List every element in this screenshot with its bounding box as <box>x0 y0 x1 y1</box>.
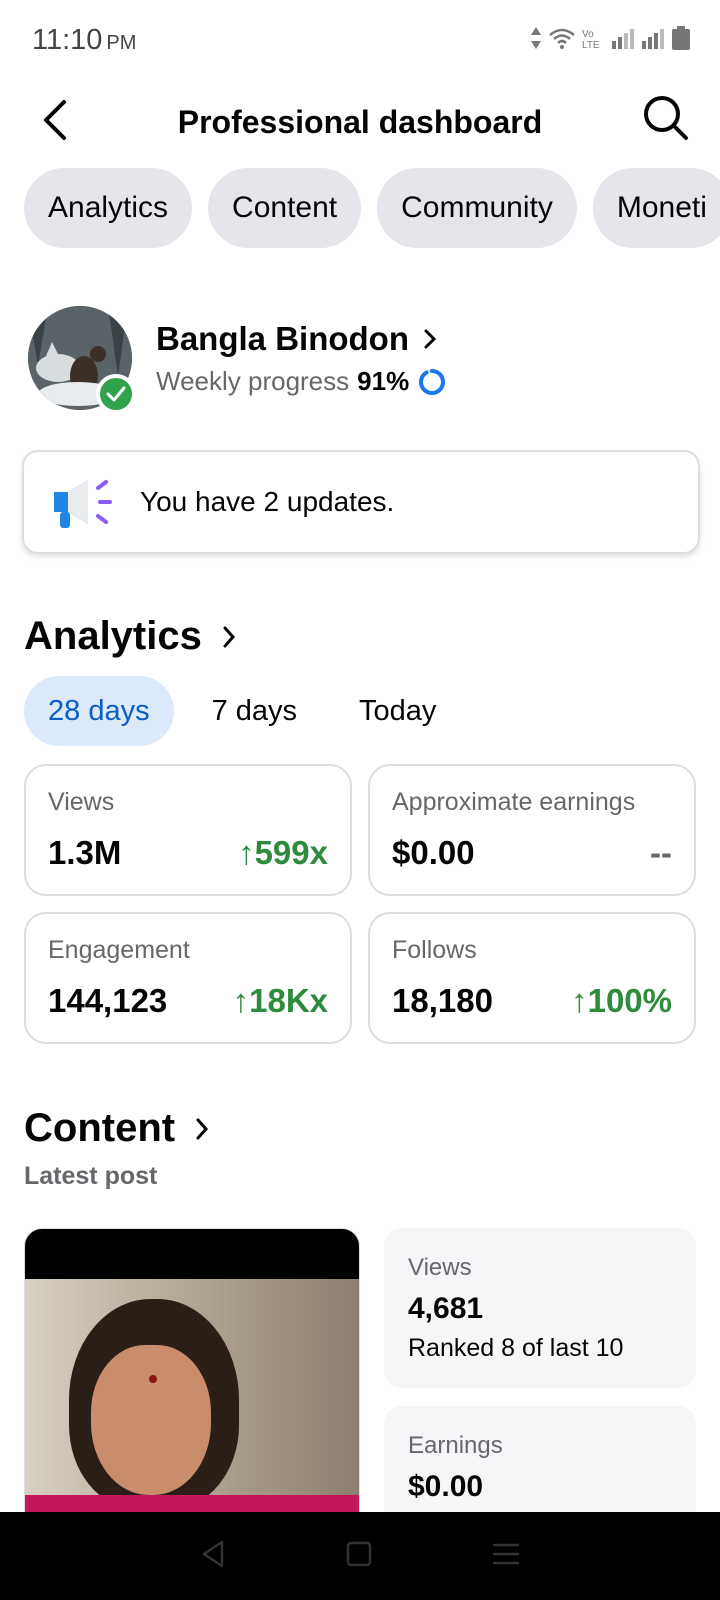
wifi-icon <box>549 28 575 49</box>
chip-community[interactable]: Community <box>377 168 577 248</box>
stat-change-value: 18Kx <box>249 982 328 1019</box>
status-bar: 11:10 PM Vo LTE <box>0 0 720 80</box>
nav-back-button[interactable] <box>200 1540 226 1573</box>
latest-post-thumbnail[interactable] <box>24 1228 360 1528</box>
updates-text: You have 2 updates. <box>140 486 395 517</box>
progress-value: 91% <box>357 366 410 396</box>
bindi-shape <box>149 1375 157 1383</box>
stat-change: ↑100% <box>571 982 672 1019</box>
stat-change: ↑18Kx <box>232 982 328 1019</box>
chip-analytics[interactable]: Analytics <box>24 168 193 248</box>
weekly-progress: Weekly progress 91% <box>156 366 447 397</box>
stat-value: 1.3M <box>48 834 122 871</box>
category-chips: Analytics Content Community Moneti <box>24 168 720 248</box>
stat-label: Engagement <box>48 936 190 964</box>
checkmark-icon <box>106 386 126 402</box>
analytics-title: Analytics <box>24 614 202 658</box>
status-time: 11:10 PM <box>32 24 136 57</box>
stat-grid: Views 1.3M ↑599x Approximate earnings $0… <box>24 764 696 1044</box>
chip-content[interactable]: Content <box>208 168 362 248</box>
stat-label: Views <box>48 788 115 816</box>
post-earnings-label: Earnings <box>408 1432 503 1459</box>
stat-value: $0.00 <box>392 834 475 871</box>
page-title: Professional dashboard <box>177 104 543 140</box>
post-image <box>25 1279 359 1527</box>
progress-ring-icon <box>419 368 446 395</box>
svg-text:LTE: LTE <box>582 40 600 49</box>
post-views-label: Views <box>408 1254 472 1281</box>
verified-badge <box>96 374 136 414</box>
stat-card-earnings[interactable]: Approximate earnings $0.00 -- <box>368 764 696 896</box>
signal-2-icon <box>642 29 664 49</box>
signal-icon <box>612 29 634 49</box>
stat-card-follows[interactable]: Follows 18,180 ↑100% <box>368 912 696 1044</box>
tab-28-days[interactable]: 28 days <box>24 676 174 746</box>
chevron-right-icon <box>196 1118 209 1139</box>
content-section-title[interactable]: Content <box>24 1106 209 1151</box>
tab-today[interactable]: Today <box>335 676 460 746</box>
top-nav: Professional dashboard <box>0 80 720 172</box>
chevron-right-icon <box>223 626 235 647</box>
tab-7-days[interactable]: 7 days <box>188 676 321 746</box>
analytics-section-title[interactable]: Analytics <box>24 614 236 659</box>
battery-icon <box>672 26 690 50</box>
megaphone-icon <box>54 480 112 528</box>
data-arrows-icon <box>531 27 541 49</box>
stat-card-engagement[interactable]: Engagement 144,123 ↑18Kx <box>24 912 352 1044</box>
status-time-ampm: PM <box>106 32 137 54</box>
face-shape <box>91 1345 211 1495</box>
range-tabs: 28 days 7 days Today <box>24 676 460 746</box>
post-rank-text: Ranked 8 of last 10 <box>408 1334 624 1362</box>
square-home-icon <box>346 1541 372 1566</box>
latest-post-label: Latest post <box>24 1162 158 1190</box>
triangle-back-icon <box>202 1540 224 1567</box>
nav-recents-button[interactable] <box>492 1542 520 1571</box>
stat-change: -- <box>650 834 672 871</box>
post-earnings-value: $0.00 <box>408 1470 484 1503</box>
nav-home-button[interactable] <box>346 1541 372 1572</box>
volte-icon: VoLTE <box>582 29 600 49</box>
stat-value: 144,123 <box>48 982 168 1019</box>
stat-card-views[interactable]: Views 1.3M ↑599x <box>24 764 352 896</box>
svg-text:Vo: Vo <box>582 29 594 40</box>
stat-label: Follows <box>392 936 477 964</box>
search-icon <box>644 96 688 140</box>
profile-header: Bangla Binodon Weekly progress 91% <box>28 306 708 414</box>
status-time-value: 11:10 <box>32 24 103 56</box>
stat-change-value: 599x <box>254 834 328 871</box>
content-title: Content <box>24 1106 176 1150</box>
chevron-right-icon <box>424 329 437 349</box>
stat-value: 18,180 <box>392 982 493 1019</box>
profile-name-link[interactable]: Bangla Binodon <box>156 320 437 358</box>
stat-change: ↑599x <box>238 834 328 871</box>
progress-label: Weekly progress <box>156 366 350 396</box>
chip-monetization[interactable]: Moneti <box>592 168 720 248</box>
stat-change-value: 100% <box>587 982 672 1019</box>
post-views-value: 4,681 <box>408 1292 484 1325</box>
menu-lines-icon <box>492 1543 520 1564</box>
profile-name: Bangla Binodon <box>156 320 409 357</box>
search-button[interactable] <box>638 90 694 146</box>
post-views-card[interactable]: Views 4,681 Ranked 8 of last 10 <box>384 1228 696 1388</box>
stat-label: Approximate earnings <box>392 788 636 816</box>
updates-card[interactable]: You have 2 updates. <box>22 450 700 554</box>
system-nav-bar <box>0 1512 720 1600</box>
status-icons: Vo LTE <box>530 26 690 50</box>
